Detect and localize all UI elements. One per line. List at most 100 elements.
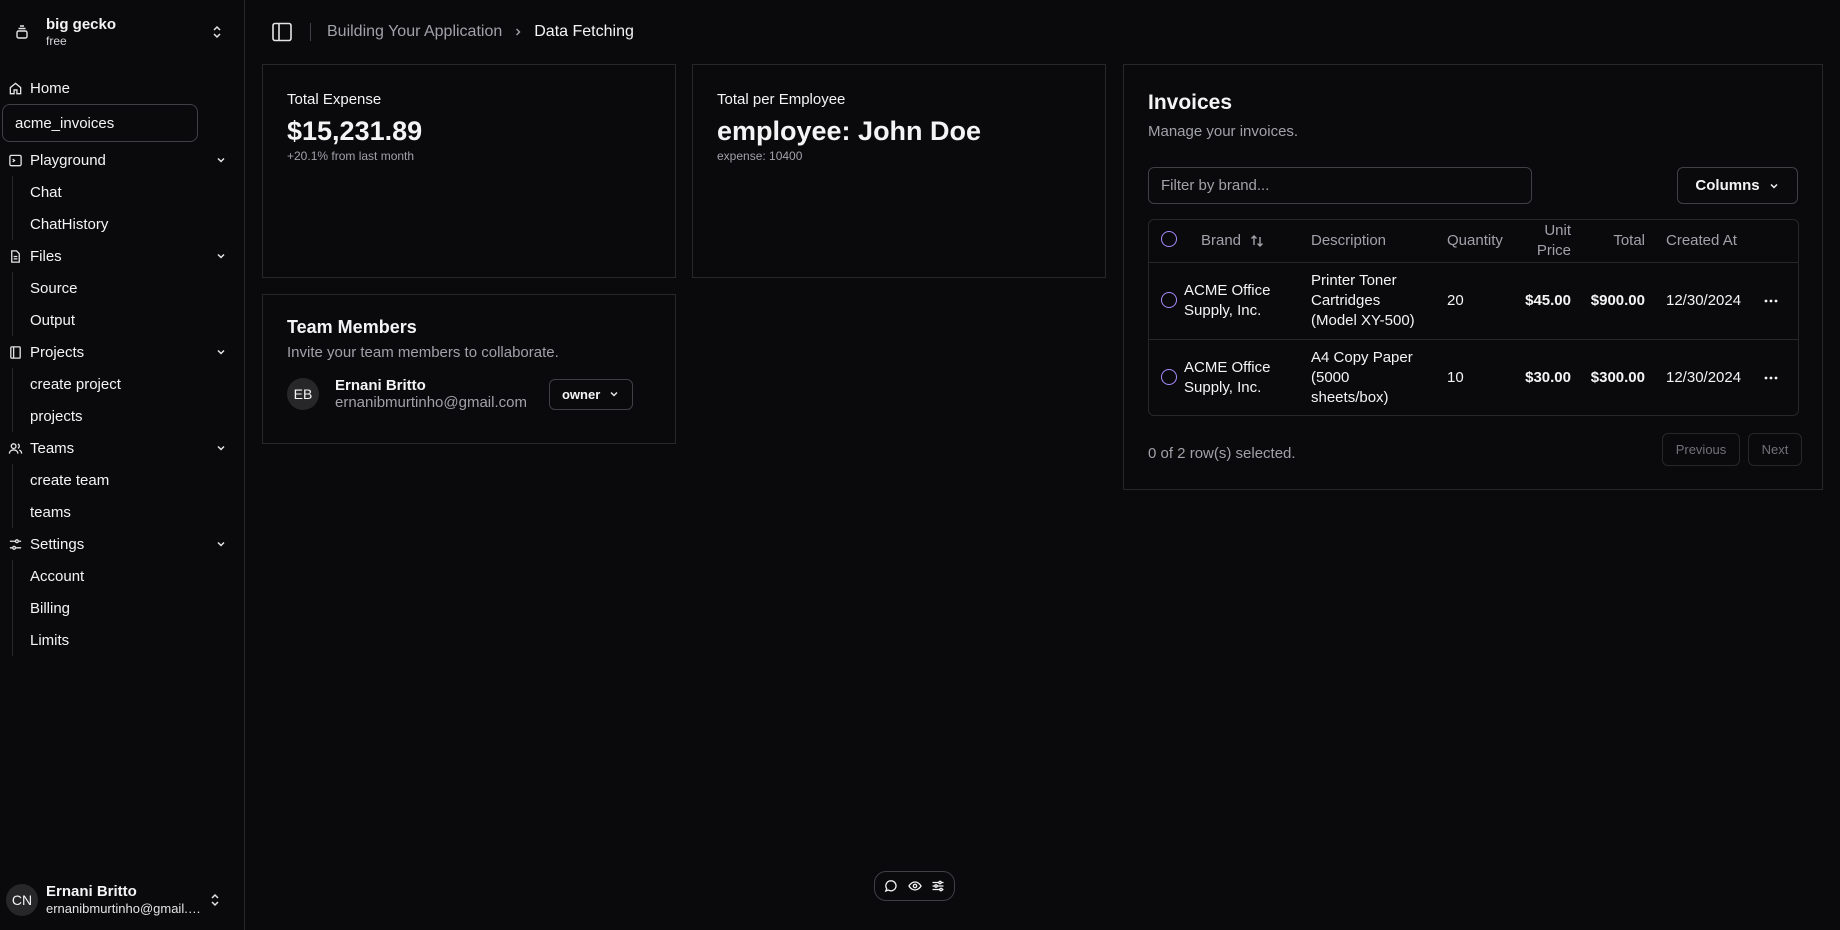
chevron-right-icon [512,26,524,38]
settings-icon[interactable] [931,879,945,893]
sidebar-section-teams[interactable]: Teams [0,432,245,464]
invoices-table: Brand Description Quantity Unit Price To… [1148,219,1799,416]
floating-toolbar [874,871,955,901]
unit-price-cell: $30.00 [1525,369,1571,386]
selection-count: 0 of 2 row(s) selected. [1148,445,1296,462]
quantity-cell: 10 [1447,369,1464,386]
sidebar-section-label: Projects [30,343,85,361]
sidebar-section-playground[interactable]: Playground [0,144,245,176]
row-checkbox[interactable] [1161,369,1177,385]
chevrons-up-down-icon [210,24,224,40]
ellipsis-icon[interactable] [1763,293,1779,309]
sidebar-item-projects[interactable]: projects [30,400,245,432]
table-row: ACME Office Supply, Inc. Printer Toner C… [1149,263,1798,340]
chevron-down-icon [1768,180,1780,192]
row-checkbox[interactable] [1161,292,1177,308]
columns-button[interactable]: Columns [1677,167,1798,204]
sidebar-section-label: Playground [30,151,106,169]
layers-icon [8,18,36,46]
brand-cell: ACME Office Supply, Inc. [1184,358,1270,398]
users-icon [6,441,24,456]
ellipsis-icon[interactable] [1763,370,1779,386]
terminal-icon [6,153,24,168]
quantity-cell: 20 [1447,292,1464,309]
sidebar-item-label: Home [30,79,71,97]
cell-line: Cartridges [1311,292,1381,309]
member-email: ernanibmurtinho@gmail.com [335,394,527,411]
eye-icon[interactable] [907,879,922,893]
sidebar-section-projects[interactable]: Projects [0,336,245,368]
org-name: big gecko [46,16,117,33]
sidebar-section-settings[interactable]: Settings [0,528,245,560]
sidebar-item-chat[interactable]: Chat [30,176,245,208]
user-email: ernanibmurtinho@gmail.com [46,901,206,916]
sidebar-section-label: Settings [30,535,85,553]
description-cell: A4 Copy Paper (5000 sheets/box) [1311,348,1413,408]
invoices-card: Invoices Manage your invoices. Columns B… [1123,64,1823,490]
message-icon[interactable] [884,879,898,893]
user-name: Ernani Britto [46,883,137,900]
next-button[interactable]: Next [1748,433,1802,466]
file-icon [6,249,24,264]
sidebar-section-label: Teams [30,439,75,457]
cell-line: Printer Toner [1311,272,1397,289]
sidebar-item-teams[interactable]: teams [30,496,245,528]
member-name: Ernani Britto [335,377,426,394]
column-header: Description [1311,232,1387,249]
panel-left-icon[interactable] [270,20,294,44]
sidebar-submenu-settings: Account Billing Limits [12,560,245,656]
card-label: Total Expense [287,91,382,108]
org-plan: free [46,34,67,48]
sidebar-item-source[interactable]: Source [30,272,245,304]
sidebar-item-limits[interactable]: Limits [30,624,245,656]
org-switcher[interactable]: big gecko free [8,10,236,54]
team-member-row: EB Ernani Britto ernanibmurtinho@gmail.c… [287,377,651,411]
sidebar-section-label: Files [30,247,62,265]
sidebar-item-create-project[interactable]: create project [30,368,245,400]
total-per-employee-card: Total per Employee employee: John Doe ex… [692,64,1106,278]
top-header: Building Your Application Data Fetching [270,20,634,44]
book-icon [6,345,24,360]
breadcrumb-current: Data Fetching [534,23,634,40]
sidebar-item-home[interactable]: Home [0,72,245,104]
sidebar-submenu-projects: create project projects [12,368,245,432]
sidebar-submenu-files: Source Output [12,272,245,336]
user-menu[interactable]: CN Ernani Britto ernanibmurtinho@gmail.c… [6,878,236,922]
total-cell: $300.00 [1590,369,1645,386]
breadcrumb-parent[interactable]: Building Your Application [327,23,502,41]
brand-sort-header[interactable]: Brand [1201,231,1265,251]
arrow-up-down-icon [1249,233,1265,249]
total-cell: $900.00 [1590,292,1645,309]
sidebar-item-label: acme_invoices [15,114,115,132]
team-members-card: Team Members Invite your team members to… [262,294,676,444]
sidebar-item-create-team[interactable]: create team [30,464,245,496]
select-all-checkbox[interactable] [1161,231,1177,247]
brand-cell: ACME Office Supply, Inc. [1184,281,1270,321]
card-subtitle: Manage your invoices. [1148,123,1299,140]
sidebar-submenu-playground: Chat ChatHistory [12,176,245,240]
sidebar-item-acme-invoices[interactable]: acme_invoices [2,104,198,142]
brand-filter-input[interactable] [1148,167,1532,204]
previous-button[interactable]: Previous [1662,433,1740,466]
sidebar-section-files[interactable]: Files [0,240,245,272]
chevron-down-icon [608,388,620,400]
sidebar-item-billing[interactable]: Billing [30,592,245,624]
column-header-unit-price: Unit Price [1521,221,1571,261]
card-title: Team Members [287,317,417,337]
cell-line: ACME Office [1184,282,1271,299]
sidebar-item-output[interactable]: Output [30,304,245,336]
sidebar-item-chathistory[interactable]: ChatHistory [30,208,245,240]
sidebar-nav: Home acme_invoices Playground Chat ChatH… [0,72,245,656]
role-select[interactable]: owner [548,378,634,410]
column-header: Created At [1666,232,1737,249]
card-value: $15,231.89 [287,116,423,146]
card-subtitle: Invite your team members to collaborate. [287,344,559,361]
column-header: Quantity [1447,232,1503,249]
chevron-down-icon [215,154,227,166]
total-expense-card: Total Expense $15,231.89 +20.1% from las… [262,64,676,278]
sidebar-item-account[interactable]: Account [30,560,245,592]
avatar: CN [6,884,38,916]
created-at-cell: 12/30/2024 [1666,292,1742,309]
sidebar-submenu-teams: create team teams [12,464,245,528]
cell-line: Supply, Inc. [1184,379,1262,396]
